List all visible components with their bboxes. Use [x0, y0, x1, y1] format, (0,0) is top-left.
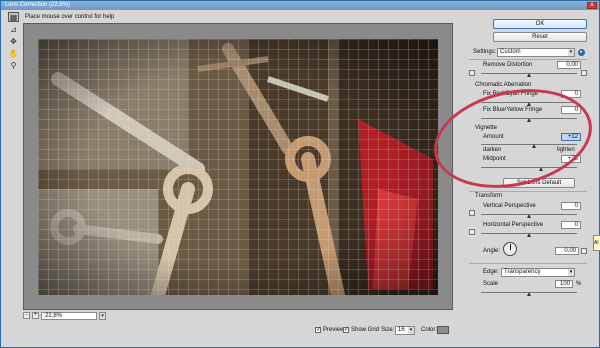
tools-photo	[38, 39, 438, 295]
zoom-tool-icon[interactable]: ⚲	[8, 60, 19, 70]
vertical-perspective-label: Vertical Perspective	[483, 203, 536, 209]
remove-distortion-field[interactable]: 0,00	[557, 61, 581, 69]
barrel-icon	[469, 70, 475, 76]
transform-group: Transform Vertical Perspective 0 Horizon…	[469, 191, 587, 256]
settings-row: Settings: Custom ▾ ▸	[469, 48, 593, 58]
horizontal-perspective-thumb[interactable]	[527, 233, 531, 237]
photo-svg	[38, 39, 438, 295]
tooltip-tab: Al	[593, 235, 600, 251]
settings-menu-icon[interactable]: ▸	[578, 49, 585, 56]
zoom-dropdown-button[interactable]: ▾	[99, 312, 106, 320]
preview-label: Preview	[323, 327, 345, 333]
move-grid-tool-icon[interactable]: ✥	[8, 36, 19, 46]
horizontal-perspective-icon	[469, 229, 475, 235]
title-bar: Lens Correction (22,8%) x	[1, 1, 599, 10]
scale-label: Scale	[483, 281, 499, 287]
settings-value: Custom	[500, 49, 521, 55]
vertical-perspective-icon	[469, 210, 475, 216]
grid-size-value: 16	[398, 327, 405, 333]
edge-scale-group: Edge: Transparency ▾ Scale 100 %	[469, 263, 587, 296]
zoom-out-button[interactable]: -	[23, 312, 30, 319]
angle-dial[interactable]	[503, 242, 517, 256]
scale-thumb[interactable]	[527, 292, 531, 296]
grid-size-select[interactable]: 16 ▾	[395, 326, 415, 335]
close-window-button[interactable]: x	[587, 2, 597, 9]
horizontal-perspective-label: Horizontal Perspective	[483, 222, 544, 228]
grid-color-swatch[interactable]	[437, 326, 449, 334]
angle-menu-icon[interactable]	[581, 248, 587, 254]
help-hint: Place mouse over control for help	[25, 14, 115, 20]
remove-distortion-label: Remove Distortion	[483, 62, 533, 68]
show-grid-label: Show Grid	[351, 327, 380, 333]
chevron-down-icon: ▾	[568, 269, 574, 276]
reset-button[interactable]: Reset	[493, 32, 587, 42]
edge-label: Edge:	[483, 269, 499, 275]
straighten-tool-icon[interactable]: ⊿	[8, 24, 19, 34]
edge-select[interactable]: Transparency ▾	[501, 268, 575, 277]
horizontal-perspective-field[interactable]: 0	[561, 221, 581, 229]
pincushion-icon	[581, 70, 587, 76]
vertical-perspective-field[interactable]: 0	[561, 202, 581, 210]
hand-tool-icon[interactable]: ✋	[8, 48, 19, 58]
show-grid-checkbox[interactable]: ✓	[343, 327, 349, 333]
grid-color-label: Color:	[421, 327, 438, 333]
remove-distortion-group: Remove Distortion 0,00	[469, 59, 587, 77]
chevron-down-icon: ▾	[568, 49, 574, 56]
transform-header: Transform	[475, 193, 503, 199]
settings-label: Settings:	[473, 49, 497, 55]
tool-palette: ▦ ⊿ ✥ ✋ ⚲	[3, 12, 23, 312]
scale-field[interactable]: 100	[555, 280, 573, 288]
chevron-down-icon: ▾	[408, 327, 414, 334]
lens-correction-dialog: Lens Correction (22,8%) x ▦ ⊿ ✥ ✋ ⚲ Plac…	[0, 0, 600, 348]
preview-checkbox[interactable]: ✓	[315, 327, 321, 333]
scale-unit: %	[576, 281, 582, 287]
edge-value: Transparency	[504, 269, 541, 275]
zoom-in-button[interactable]: +	[32, 312, 39, 319]
grid-size-label: Size:	[381, 327, 395, 333]
angle-field[interactable]: 0,00	[555, 247, 579, 255]
remove-distortion-tool-icon[interactable]: ▦	[8, 12, 19, 22]
preview-canvas[interactable]	[23, 23, 453, 310]
remove-distortion-thumb[interactable]	[527, 73, 531, 77]
window-title: Lens Correction (22,8%)	[5, 2, 71, 8]
ok-button[interactable]: OK	[493, 19, 587, 29]
settings-select[interactable]: Custom ▾	[497, 48, 575, 57]
angle-label: Angle:	[483, 248, 501, 254]
vertical-perspective-thumb[interactable]	[527, 214, 531, 218]
zoom-level-field[interactable]: 22,8%	[41, 312, 97, 320]
